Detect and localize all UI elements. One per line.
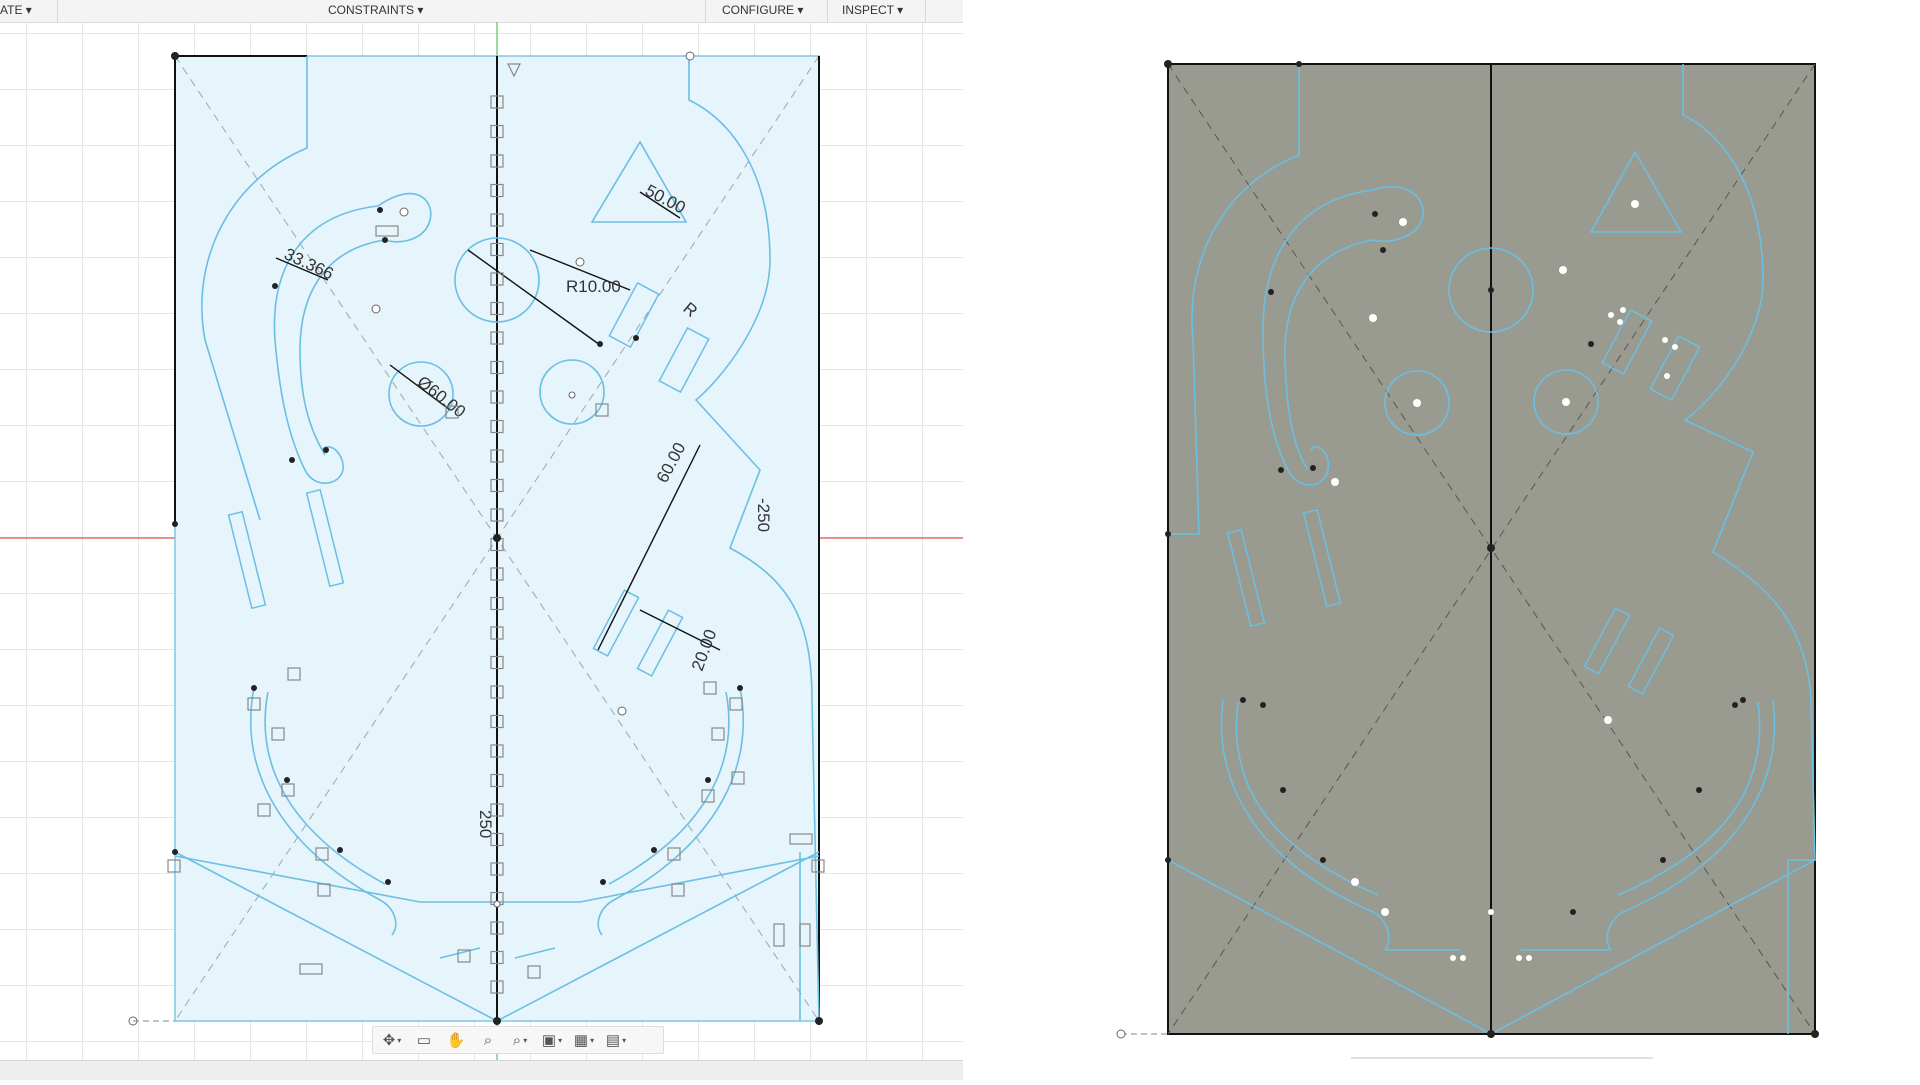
display-settings-icon[interactable]: ▣ ▾: [537, 1028, 567, 1052]
fit-icon[interactable]: ⌕ ▾: [505, 1028, 535, 1052]
dimension-250[interactable]: 250: [476, 810, 495, 838]
dimension-r10[interactable]: R10.00: [566, 277, 621, 296]
navigation-bar: ✥ ▾ ▭ ✋ ⌕ ⌕ ▾ ▣ ▾ ▦ ▾ ▤ ▾: [372, 1026, 664, 1054]
pan-icon[interactable]: ✋: [441, 1028, 471, 1052]
orbit-icon[interactable]: ✥ ▾: [377, 1028, 407, 1052]
look-at-icon[interactable]: ▭: [409, 1028, 439, 1052]
body-preview[interactable]: [963, 0, 1920, 1080]
body-preview-panel: [963, 0, 1920, 1080]
dimension-neg250[interactable]: -250: [754, 498, 773, 532]
grid-settings-icon[interactable]: ▦ ▾: [569, 1028, 599, 1052]
status-strip: [0, 1060, 963, 1080]
zoom-icon[interactable]: ⌕: [473, 1028, 503, 1052]
sketch-drawing[interactable]: 33.366 50.00 R10.00 Ø60.00 60.00 -250 25…: [0, 0, 963, 1060]
sketch-editor-panel: ATE ▾ CONSTRAINTS ▾ CONFIGURE ▾ INSPECT …: [0, 0, 963, 1080]
viewports-icon[interactable]: ▤ ▾: [601, 1028, 631, 1052]
body-origin-point[interactable]: [1116, 1029, 1126, 1039]
